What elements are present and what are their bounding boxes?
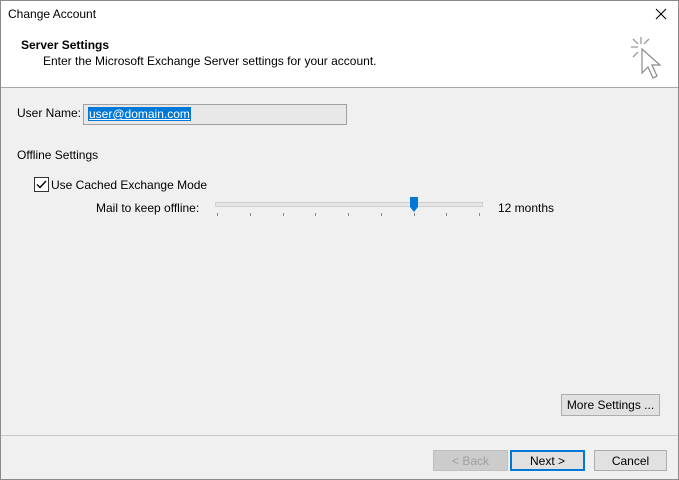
title-bar: Change Account	[1, 1, 678, 27]
slider-tick	[479, 213, 480, 216]
user-name-label: User Name:	[17, 106, 82, 120]
offline-settings-label: Offline Settings	[17, 148, 99, 162]
window-title: Change Account	[8, 7, 97, 21]
close-button[interactable]	[644, 1, 678, 27]
cursor-sparkle-icon	[631, 37, 662, 79]
slider-track	[215, 202, 483, 207]
slider-tick	[446, 213, 448, 216]
slider-thumb[interactable]	[409, 197, 418, 212]
user-name-value: user@domain.com	[88, 107, 191, 121]
slider-tick	[315, 213, 317, 216]
slider-tick	[249, 213, 251, 216]
more-settings-button[interactable]: More Settings ...	[561, 394, 660, 416]
checkmark-icon	[36, 180, 47, 189]
close-icon	[655, 8, 667, 20]
cached-mode-checkbox[interactable]	[34, 177, 49, 192]
cached-mode-label: Use Cached Exchange Mode	[51, 178, 208, 192]
slider-tick	[348, 213, 349, 216]
cancel-button[interactable]: Cancel	[594, 450, 667, 471]
back-button[interactable]: < Back	[433, 450, 508, 471]
user-name-field[interactable]: user@domain.com	[83, 104, 347, 125]
header-title: Server Settings	[21, 38, 110, 52]
slider-tick	[380, 213, 382, 216]
mail-keep-label: Mail to keep offline:	[96, 201, 200, 215]
footer-separator	[1, 435, 678, 436]
slider-tick	[413, 213, 415, 216]
slider-tick	[282, 213, 284, 216]
mail-keep-value: 12 months	[498, 201, 555, 215]
change-account-dialog: Change Account Server Settings Enter the…	[0, 0, 679, 480]
dialog-header: Server Settings Enter the Microsoft Exch…	[1, 27, 678, 88]
header-subtitle: Enter the Microsoft Exchange Server sett…	[43, 54, 377, 68]
next-button[interactable]: Next >	[510, 450, 585, 471]
slider-tick	[217, 213, 218, 216]
mail-keep-slider[interactable]	[215, 193, 483, 219]
